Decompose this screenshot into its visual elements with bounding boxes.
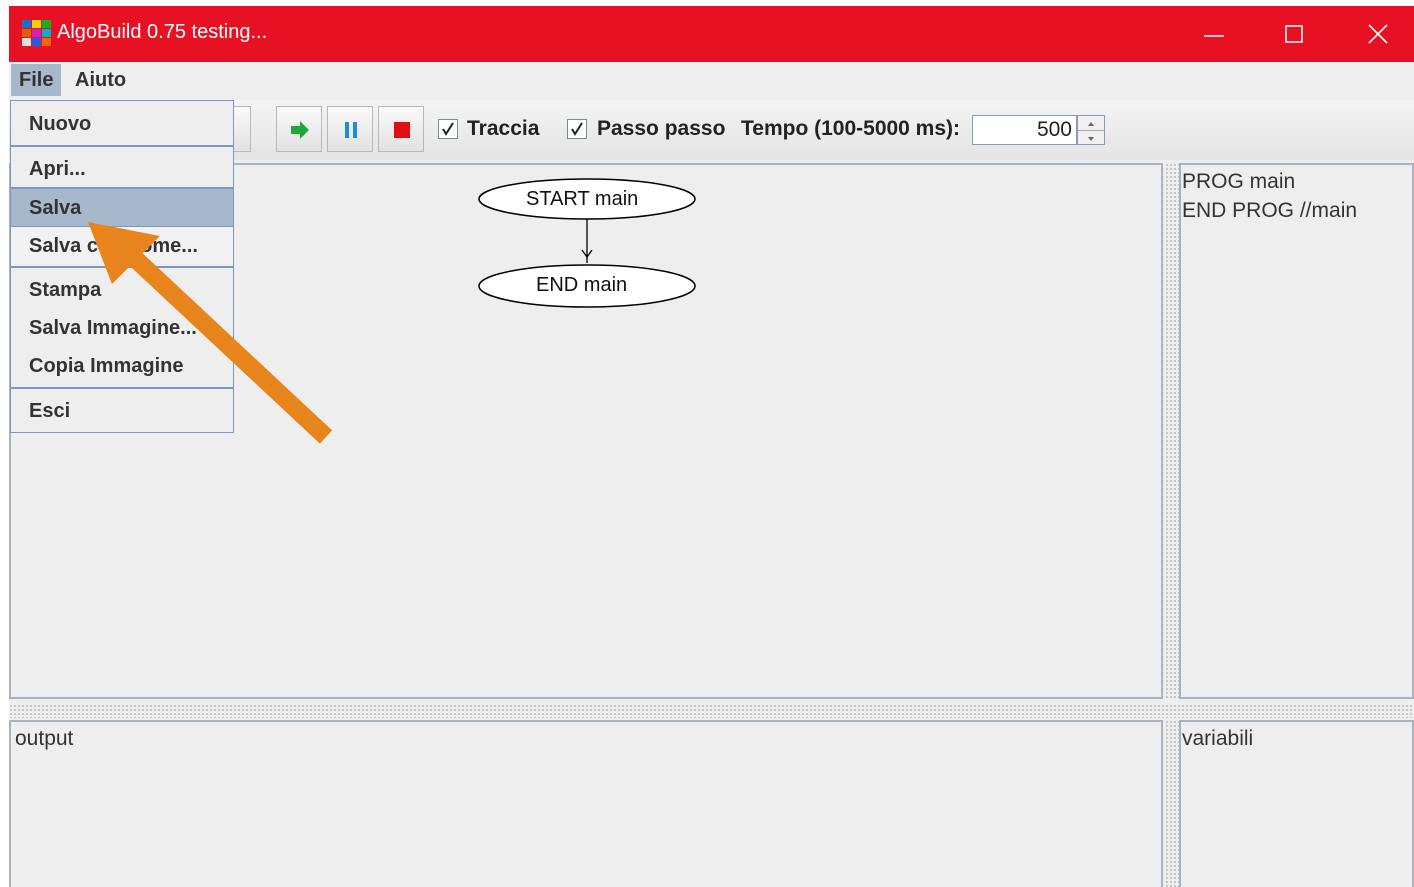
close-icon <box>1368 24 1388 44</box>
chevron-down-icon <box>1088 137 1094 141</box>
chevron-up-icon <box>1088 122 1094 126</box>
window-title: AlgoBuild 0.75 testing... <box>57 21 268 43</box>
horizontal-splitter[interactable] <box>9 704 1414 718</box>
run-button[interactable] <box>276 106 322 152</box>
menu-item-save-image[interactable]: Salva Immagine... <box>11 309 233 347</box>
menu-item-open[interactable]: Apri... <box>11 150 233 188</box>
menu-item-exit[interactable]: Esci <box>11 392 233 430</box>
time-spinner <box>1077 115 1105 145</box>
run-arrow-icon <box>291 121 309 139</box>
vertical-splitter-bottom[interactable] <box>1165 720 1179 887</box>
stop-icon <box>394 122 410 138</box>
menu-separator <box>11 145 233 147</box>
menu-item-print[interactable]: Stampa <box>11 271 233 309</box>
spinner-down-button[interactable] <box>1078 130 1104 145</box>
output-label: output <box>15 727 74 750</box>
code-line: PROG main <box>1182 170 1296 193</box>
stop-button[interactable] <box>378 106 424 152</box>
menu-item-new[interactable]: Nuovo <box>11 105 233 143</box>
file-menu-dropdown: Nuovo Apri... Salva Salva con nome... St… <box>10 100 234 433</box>
variables-label: variabili <box>1182 727 1254 750</box>
menu-separator <box>11 266 233 268</box>
menu-bar: File Aiuto <box>9 62 1414 100</box>
time-input[interactable]: 500 <box>972 115 1077 145</box>
minimize-button[interactable] <box>1172 6 1256 62</box>
maximize-button[interactable] <box>1252 6 1336 62</box>
minimize-icon <box>1204 35 1224 37</box>
menu-item-save[interactable]: Salva <box>11 189 233 227</box>
app-window: AlgoBuild 0.75 testing... File Aiuto Tra… <box>9 6 1414 887</box>
menu-item-copy-image[interactable]: Copia Immagine <box>11 347 233 385</box>
vertical-splitter[interactable] <box>1165 163 1179 699</box>
menu-file[interactable]: File <box>11 64 62 96</box>
menu-help[interactable]: Aiuto <box>67 64 134 96</box>
output-panel[interactable] <box>9 720 1163 887</box>
pause-icon <box>345 122 357 138</box>
checkmark-icon <box>571 122 583 136</box>
step-label: Passo passo <box>597 117 726 140</box>
menu-item-save-as[interactable]: Salva con nome... <box>11 227 233 265</box>
spinner-up-button[interactable] <box>1078 116 1104 130</box>
close-button[interactable] <box>1336 6 1414 62</box>
app-logo-icon <box>22 20 51 46</box>
code-panel[interactable] <box>1179 163 1414 699</box>
code-line: END PROG //main <box>1182 199 1358 222</box>
pause-button[interactable] <box>327 106 373 152</box>
title-bar: AlgoBuild 0.75 testing... <box>9 6 1414 62</box>
start-node-label: START main <box>526 188 639 210</box>
end-node-label: END main <box>536 274 628 296</box>
trace-label: Traccia <box>467 117 540 140</box>
step-checkbox[interactable] <box>567 119 587 139</box>
maximize-icon <box>1285 25 1303 43</box>
time-label: Tempo (100-5000 ms): <box>741 117 961 140</box>
menu-separator <box>11 387 233 389</box>
checkmark-icon <box>442 122 454 136</box>
trace-checkbox[interactable] <box>438 119 458 139</box>
